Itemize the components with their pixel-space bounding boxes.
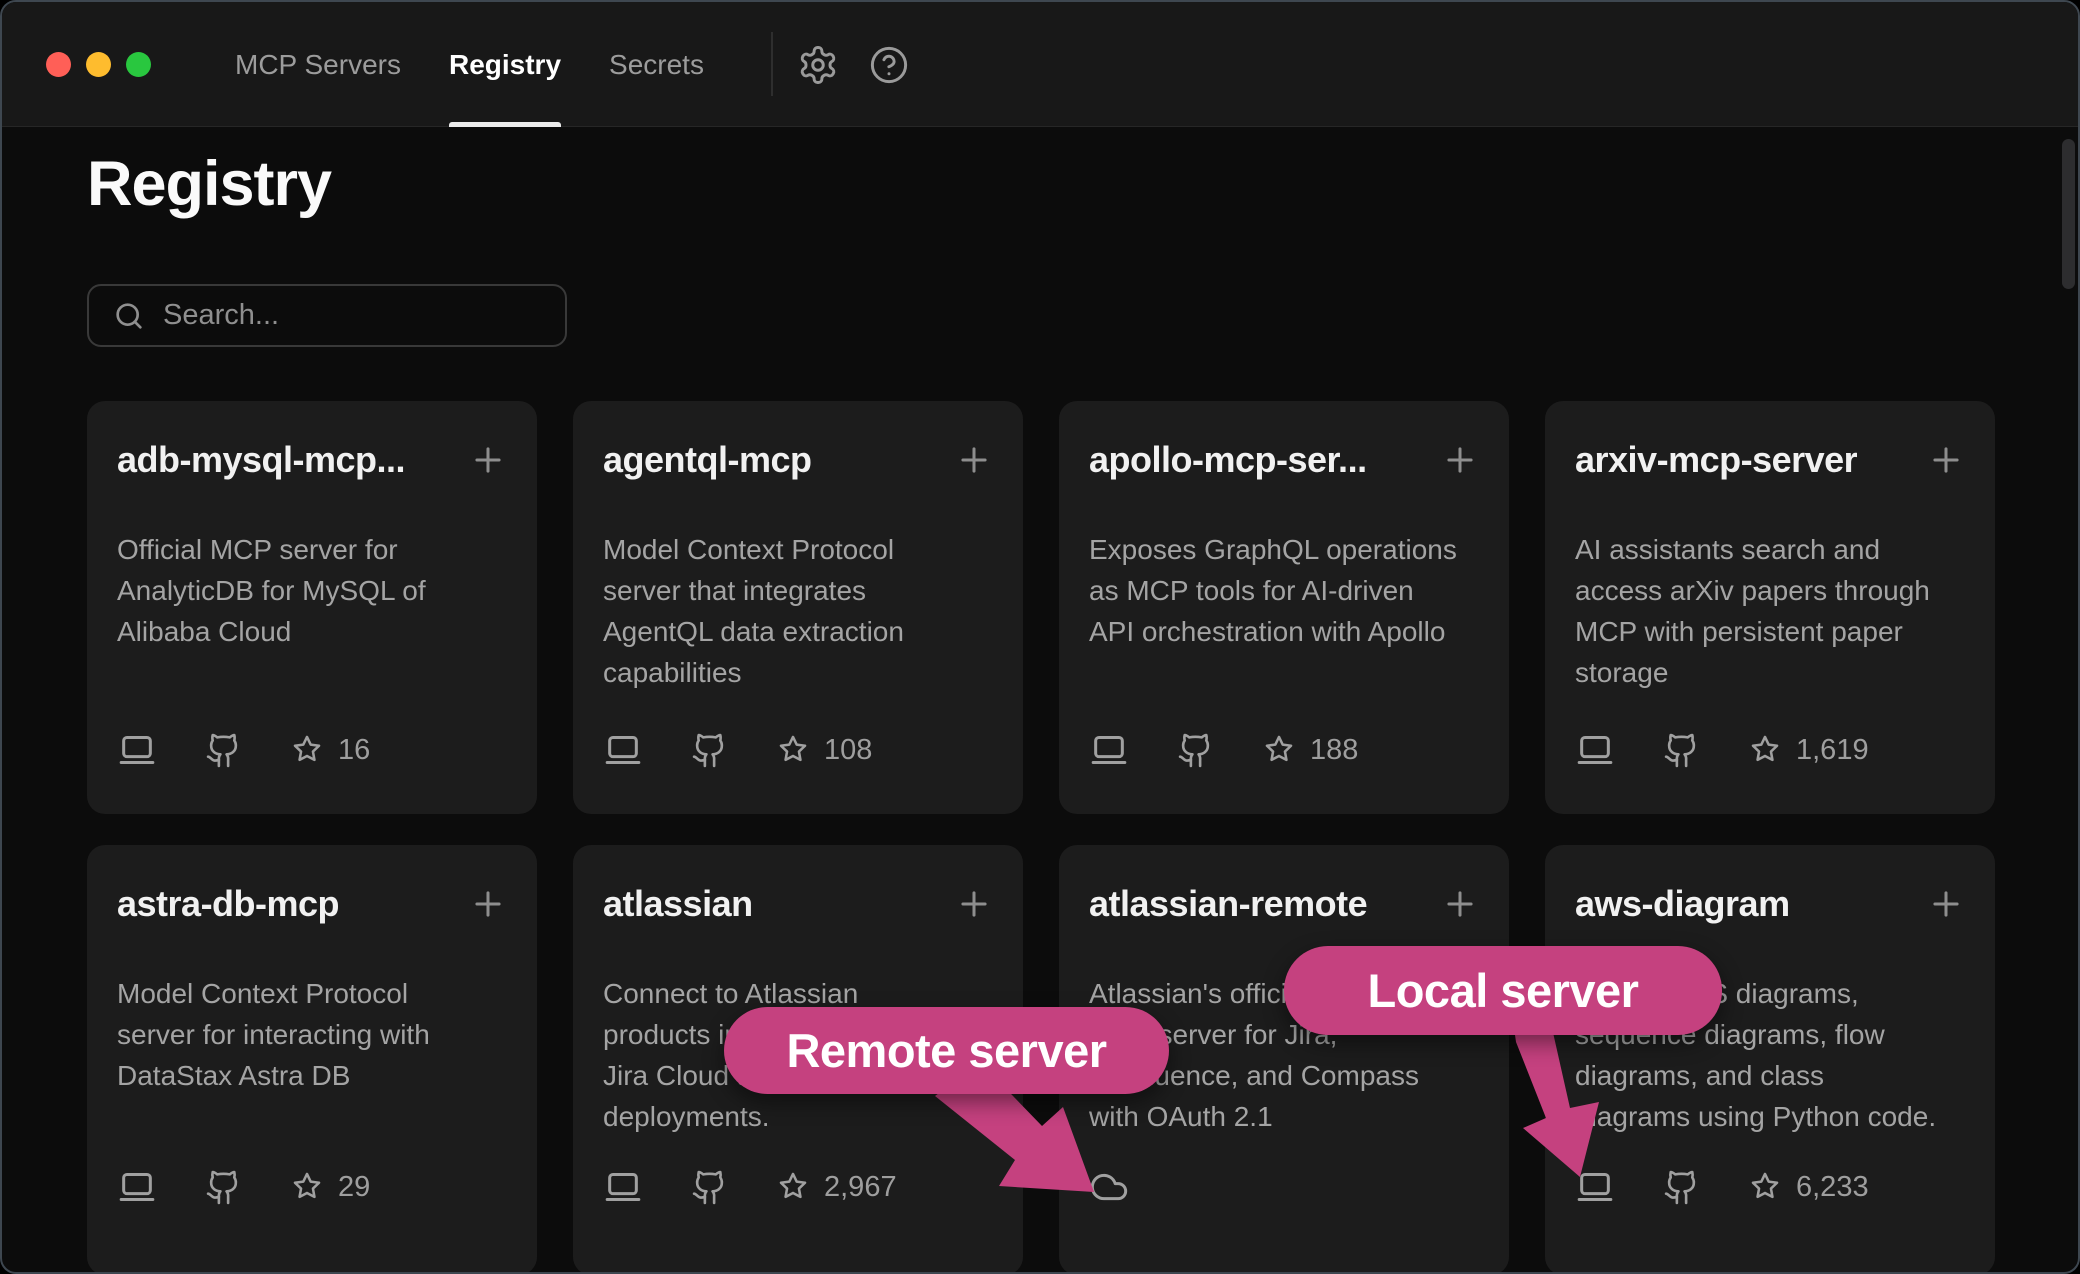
laptop-icon — [603, 730, 643, 770]
local-server-callout: Local server — [1284, 946, 1722, 1035]
toolbar-divider — [771, 32, 773, 96]
star-count: 6,233 — [1748, 1170, 1869, 1204]
add-server-button[interactable] — [1927, 441, 1965, 482]
card-description: Official MCP server forAnalyticDB for My… — [117, 529, 507, 652]
github-icon — [205, 1169, 242, 1206]
card-title: atlassian-remote — [1089, 883, 1367, 925]
laptop-icon — [603, 1167, 643, 1207]
add-server-button[interactable] — [1441, 441, 1479, 482]
star-icon — [290, 733, 324, 767]
star-count: 108 — [776, 733, 872, 767]
main-tabs: MCP Servers Registry Secrets — [235, 2, 704, 127]
search-input[interactable] — [163, 299, 565, 332]
tab-mcp-servers[interactable]: MCP Servers — [235, 2, 401, 127]
card-description: AI assistants search andaccess arXiv pap… — [1575, 529, 1965, 693]
add-server-button[interactable] — [955, 885, 993, 926]
github-icon — [691, 1169, 728, 1206]
card-agentql-mcp[interactable]: agentql-mcp Model Context Protocolserver… — [573, 401, 1023, 814]
traffic-lights — [46, 52, 151, 77]
app-window: MCP Servers Registry Secrets Registry ad… — [0, 0, 2080, 1274]
laptop-icon — [1089, 730, 1129, 770]
star-icon — [776, 733, 810, 767]
laptop-icon — [1575, 1167, 1615, 1207]
card-description: Model Context Protocolserver for interac… — [117, 973, 507, 1096]
add-server-button[interactable] — [1441, 885, 1479, 926]
star-count: 1,619 — [1748, 733, 1869, 767]
github-icon — [691, 732, 728, 769]
github-icon — [1663, 1169, 1700, 1206]
star-icon — [1262, 733, 1296, 767]
star-count: 16 — [290, 733, 370, 767]
help-icon[interactable] — [868, 44, 910, 86]
laptop-icon — [117, 730, 157, 770]
card-description: Model Context Protocolserver that integr… — [603, 529, 993, 693]
star-count: 29 — [290, 1170, 370, 1204]
github-icon — [1663, 732, 1700, 769]
search-icon — [113, 300, 145, 332]
star-count: 188 — [1262, 733, 1358, 767]
settings-gear-icon[interactable] — [797, 44, 839, 86]
card-title: atlassian — [603, 883, 753, 925]
laptop-icon — [1575, 730, 1615, 770]
card-aws-diagram[interactable]: aws-diagram Create AWS diagrams,sequence… — [1545, 845, 1995, 1274]
github-icon — [1177, 732, 1214, 769]
star-icon — [776, 1170, 810, 1204]
card-title: aws-diagram — [1575, 883, 1790, 925]
title-bar: MCP Servers Registry Secrets — [2, 2, 2078, 127]
vertical-scrollbar-thumb[interactable] — [2062, 139, 2075, 289]
github-icon — [205, 732, 242, 769]
star-icon — [290, 1170, 324, 1204]
card-astra-db-mcp[interactable]: astra-db-mcp Model Context Protocolserve… — [87, 845, 537, 1274]
card-adb-mysql-mcp[interactable]: adb-mysql-mcp... Official MCP server for… — [87, 401, 537, 814]
card-description: Exposes GraphQL operationsas MCP tools f… — [1089, 529, 1479, 652]
card-title: apollo-mcp-ser... — [1089, 439, 1367, 481]
maximize-window-button[interactable] — [126, 52, 151, 77]
card-arxiv-mcp-server[interactable]: arxiv-mcp-server AI assistants search an… — [1545, 401, 1995, 814]
close-window-button[interactable] — [46, 52, 71, 77]
add-server-button[interactable] — [1927, 885, 1965, 926]
star-icon — [1748, 1170, 1782, 1204]
cloud-icon — [1089, 1167, 1129, 1207]
add-server-button[interactable] — [469, 441, 507, 482]
star-count: 2,967 — [776, 1170, 897, 1204]
card-title: astra-db-mcp — [117, 883, 339, 925]
card-title: adb-mysql-mcp... — [117, 439, 405, 481]
card-title: arxiv-mcp-server — [1575, 439, 1857, 481]
search-box — [87, 284, 567, 347]
page-title: Registry — [87, 148, 331, 220]
remote-server-callout: Remote server — [724, 1007, 1169, 1094]
registry-card-grid: adb-mysql-mcp... Official MCP server for… — [87, 401, 1995, 1274]
tab-secrets[interactable]: Secrets — [609, 2, 704, 127]
add-server-button[interactable] — [469, 885, 507, 926]
card-apollo-mcp-server[interactable]: apollo-mcp-ser... Exposes GraphQL operat… — [1059, 401, 1509, 814]
tab-registry[interactable]: Registry — [449, 2, 561, 127]
add-server-button[interactable] — [955, 441, 993, 482]
card-title: agentql-mcp — [603, 439, 812, 481]
minimize-window-button[interactable] — [86, 52, 111, 77]
star-icon — [1748, 733, 1782, 767]
laptop-icon — [117, 1167, 157, 1207]
